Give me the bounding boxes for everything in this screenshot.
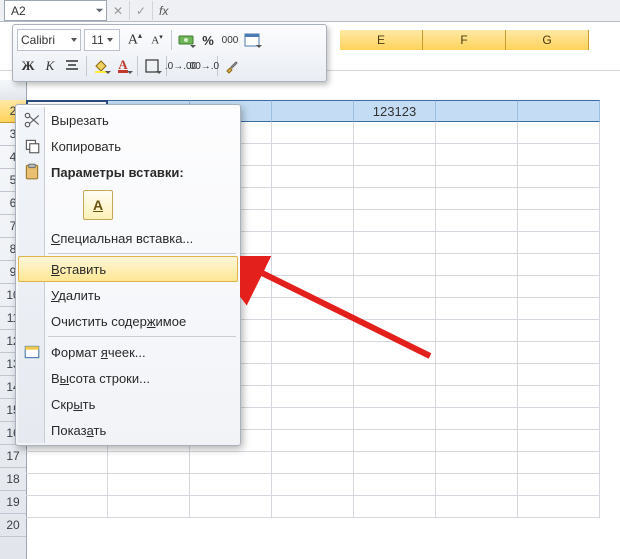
accounting-format-button[interactable] xyxy=(175,29,197,51)
cell-D2[interactable] xyxy=(272,100,354,122)
chevron-down-icon xyxy=(95,6,104,15)
font-size-value: 11 xyxy=(91,33,103,47)
chevron-down-icon xyxy=(107,38,113,42)
menu-label: Вырезать xyxy=(51,113,109,128)
center-align-button[interactable] xyxy=(61,55,83,77)
thousand-label: 000 xyxy=(222,35,239,46)
row-header[interactable]: 18 xyxy=(0,468,26,491)
increase-font-icon: A▴ xyxy=(128,31,142,49)
font-name-value: Calibri xyxy=(21,33,55,47)
bold-button[interactable]: Ж xyxy=(17,55,39,77)
borders-button[interactable] xyxy=(141,55,163,77)
percent-label: % xyxy=(202,33,214,48)
menu-insert[interactable]: Вставить xyxy=(18,256,238,282)
scissors-icon xyxy=(23,111,41,129)
menu-label: Показать xyxy=(51,423,106,438)
menu-label: Формат ячеек... xyxy=(51,345,146,360)
cancel-formula-button: ✕ xyxy=(107,1,130,20)
row-header[interactable]: 20 xyxy=(0,514,26,537)
chevron-down-icon xyxy=(71,38,77,42)
menu-row-height[interactable]: Высота строки... xyxy=(18,365,238,391)
fx-label[interactable]: fx xyxy=(153,4,174,18)
select-all-corner[interactable] xyxy=(0,80,27,101)
cell-F2[interactable] xyxy=(436,100,518,122)
number-format-button[interactable] xyxy=(241,29,263,51)
decrease-decimal-icon: .00→.0 xyxy=(187,61,219,72)
menu-copy[interactable]: Копировать xyxy=(18,133,238,159)
name-box[interactable]: A2 xyxy=(4,0,107,21)
accept-formula-button: ✓ xyxy=(130,1,153,20)
font-name-select[interactable]: Calibri xyxy=(17,29,81,51)
font-size-select[interactable]: 11 xyxy=(84,29,120,51)
align-center-icon xyxy=(64,58,80,74)
menu-show[interactable]: Показать xyxy=(18,417,238,443)
menu-paste-keep-source[interactable]: А xyxy=(18,185,238,225)
percent-button[interactable]: % xyxy=(197,29,219,51)
format-cells-icon xyxy=(23,343,41,361)
font-color-button[interactable]: A xyxy=(112,55,134,77)
decrease-font-button[interactable]: A▾ xyxy=(146,29,168,51)
menu-label: Удалить xyxy=(51,288,101,303)
menu-label: Очистить содержимое xyxy=(51,314,186,329)
row-header[interactable]: 19 xyxy=(0,491,26,514)
menu-format-cells[interactable]: Формат ячеек... xyxy=(18,339,238,365)
table-icon xyxy=(244,32,260,48)
menu-label: Копировать xyxy=(51,139,121,154)
menu-label: Скрыть xyxy=(51,397,95,412)
borders-icon xyxy=(144,58,160,74)
cell-G2[interactable] xyxy=(518,100,600,122)
formula-bar: A2 ✕ ✓ fx xyxy=(0,0,620,22)
column-header[interactable]: G xyxy=(506,30,589,50)
paste-keep-source-icon: А xyxy=(83,190,113,220)
italic-button[interactable]: К xyxy=(39,55,61,77)
menu-paste-special[interactable]: Специальная вставка... xyxy=(18,225,238,251)
menu-label: Высота строки... xyxy=(51,371,150,386)
column-header[interactable]: E xyxy=(340,30,423,50)
money-icon xyxy=(178,32,194,48)
clipboard-icon xyxy=(23,163,41,181)
increase-font-button[interactable]: A▴ xyxy=(124,29,146,51)
menu-cut[interactable]: Вырезать xyxy=(18,107,238,133)
menu-label: Специальная вставка... xyxy=(51,231,193,246)
row-context-menu: Вырезать Копировать Параметры вставки: А… xyxy=(15,104,241,446)
paintbrush-icon xyxy=(224,58,240,74)
menu-label: Вставить xyxy=(51,262,106,277)
comma-style-button[interactable]: 000 xyxy=(219,29,241,51)
paint-bucket-icon xyxy=(93,58,109,74)
menu-clear-contents[interactable]: Очистить содержимое xyxy=(18,308,238,334)
copy-icon xyxy=(23,137,41,155)
name-box-value: A2 xyxy=(11,4,26,18)
cell-E2[interactable]: 123123 xyxy=(354,100,436,122)
menu-label: Параметры вставки: xyxy=(51,165,184,180)
mini-toolbar: Calibri 11 A▴ A▾ % 000 Ж К xyxy=(12,24,327,82)
fill-color-button[interactable] xyxy=(90,55,112,77)
decrease-font-icon: A▾ xyxy=(151,33,162,47)
decrease-decimal-button[interactable]: .00→.0 xyxy=(192,55,214,77)
row-header[interactable]: 17 xyxy=(0,445,26,468)
column-header[interactable]: F xyxy=(423,30,506,50)
menu-paste-options-heading: Параметры вставки: xyxy=(18,159,238,185)
menu-delete[interactable]: Удалить xyxy=(18,282,238,308)
menu-hide[interactable]: Скрыть xyxy=(18,391,238,417)
font-color-icon: A xyxy=(118,59,127,73)
format-painter-button[interactable] xyxy=(221,55,243,77)
